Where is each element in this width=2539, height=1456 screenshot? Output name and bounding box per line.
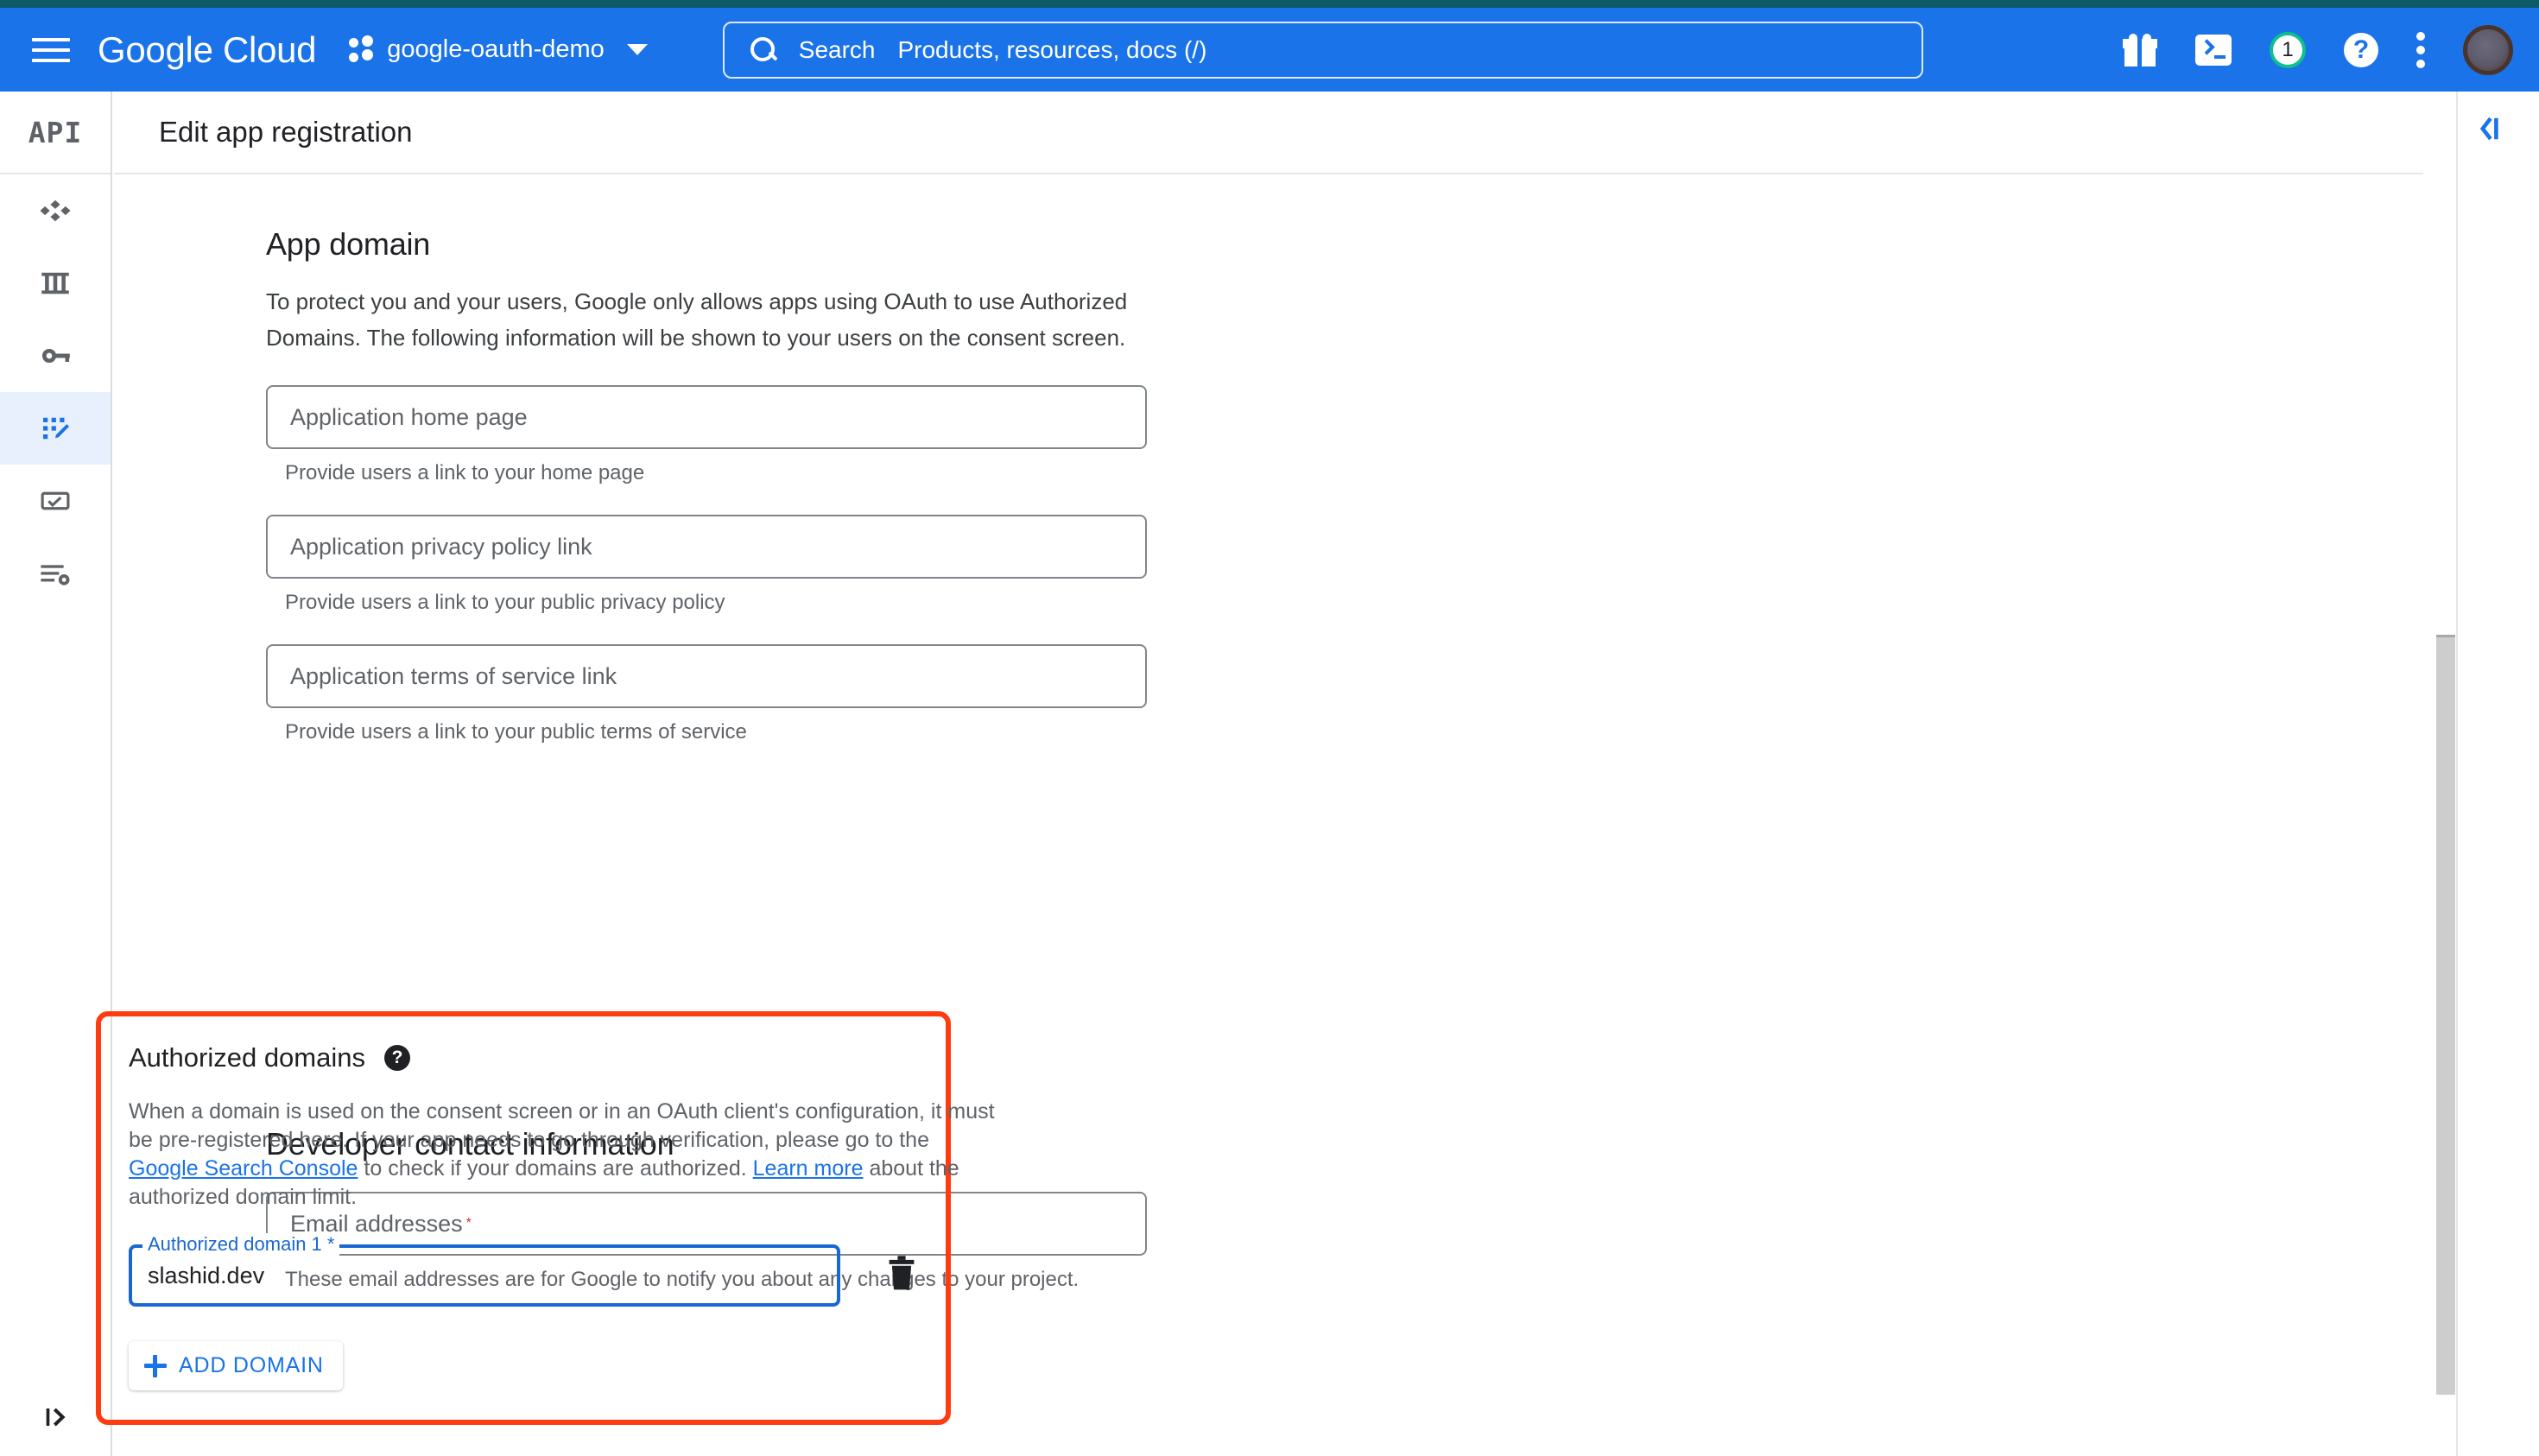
authorized-domain-row: Authorized domain 1 * slashid.dev xyxy=(129,1244,921,1307)
main-pane: Edit app registration App domain To prot… xyxy=(114,92,2423,1456)
consent-edit-icon xyxy=(37,410,73,446)
api-logo: API xyxy=(0,92,111,174)
sidebar-item-library[interactable] xyxy=(0,247,111,320)
authorized-domain-1-value: slashid.dev xyxy=(148,1263,264,1289)
sidebar-item-domain-verification[interactable] xyxy=(0,465,111,537)
application-terms-of-service-placeholder: Application terms of service link xyxy=(290,663,617,690)
browser-top-strip xyxy=(0,0,2539,8)
vertical-scrollbar-thumb[interactable] xyxy=(2436,635,2455,1395)
application-terms-of-service-hint: Provide users a link to your public term… xyxy=(285,720,2423,744)
diamonds-icon xyxy=(37,193,73,229)
authorized-domains-section: Authorized domains ? When a domain is us… xyxy=(96,1011,951,1425)
app-domain-heading: App domain xyxy=(266,226,2423,263)
application-home-page-hint: Provide users a link to your home page xyxy=(285,461,2423,485)
search-input[interactable]: Search Products, resources, docs (/) xyxy=(723,22,1923,79)
project-selector[interactable]: google-oauth-demo xyxy=(349,35,648,65)
right-side-panel xyxy=(2456,92,2539,1456)
application-home-page-placeholder: Application home page xyxy=(290,404,528,431)
help-icon[interactable]: ? xyxy=(2344,33,2378,67)
chevron-down-icon xyxy=(627,44,648,55)
search-icon xyxy=(749,35,778,65)
collapse-panel-icon[interactable] xyxy=(2468,111,2510,147)
search-label: Search xyxy=(799,36,876,64)
project-name: google-oauth-demo xyxy=(387,35,605,64)
header-actions: 1 ? xyxy=(2123,25,2513,75)
cloud-shell-icon[interactable] xyxy=(2195,35,2232,66)
authorized-domain-1-label: Authorized domain 1 * xyxy=(142,1233,339,1256)
application-privacy-policy-input[interactable]: Application privacy policy link xyxy=(266,515,1147,579)
checkbox-icon xyxy=(37,483,73,519)
authorized-domains-desc-part1: When a domain is used on the consent scr… xyxy=(129,1099,995,1152)
learn-more-link[interactable]: Learn more xyxy=(753,1156,864,1181)
more-vertical-icon[interactable] xyxy=(2416,32,2425,68)
gift-icon[interactable] xyxy=(2123,34,2157,66)
sidebar-item-oauth-consent-screen[interactable] xyxy=(0,392,111,465)
brand-logo[interactable]: Google Cloud xyxy=(98,29,316,71)
hamburger-icon[interactable] xyxy=(32,31,70,69)
authorized-domains-description: When a domain is used on the consent scr… xyxy=(129,1098,997,1212)
add-domain-button[interactable]: ADD DOMAIN xyxy=(129,1341,343,1390)
authorized-domains-title-row: Authorized domains ? xyxy=(129,1042,921,1073)
plus-icon xyxy=(144,1355,167,1377)
application-privacy-policy-hint: Provide users a link to your public priv… xyxy=(285,591,2423,615)
sidebar-item-dashboard[interactable] xyxy=(0,174,111,247)
search-placeholder: Products, resources, docs (/) xyxy=(897,36,1206,64)
application-privacy-policy-placeholder: Application privacy policy link xyxy=(290,534,592,560)
application-terms-of-service-input[interactable]: Application terms of service link xyxy=(266,644,1147,708)
app-header: Google Cloud google-oauth-demo Search Pr… xyxy=(0,8,2539,92)
key-icon xyxy=(37,338,73,374)
google-search-console-link[interactable]: Google Search Console xyxy=(129,1156,358,1181)
app-domain-description: To protect you and your users, Google on… xyxy=(266,283,1130,356)
authorized-domains-desc-part2: to check if your domains are authorized. xyxy=(358,1156,752,1181)
avatar[interactable] xyxy=(2463,25,2513,75)
sidebar-item-credentials[interactable] xyxy=(0,320,111,392)
library-columns-icon xyxy=(37,265,73,301)
page-title: Edit app registration xyxy=(159,116,413,149)
settings-list-icon xyxy=(37,555,73,592)
add-domain-label: ADD DOMAIN xyxy=(179,1353,324,1378)
trash-icon[interactable] xyxy=(882,1251,921,1296)
page-content: App domain To protect you and your users… xyxy=(114,174,2423,1292)
authorized-domain-1-input[interactable]: Authorized domain 1 * slashid.dev xyxy=(129,1244,840,1307)
application-home-page-input[interactable]: Application home page xyxy=(266,385,1147,449)
authorized-domains-heading: Authorized domains xyxy=(129,1042,365,1073)
project-icon xyxy=(349,35,375,65)
page-header: Edit app registration xyxy=(114,92,2423,174)
sidebar-item-page-usage-agreement[interactable] xyxy=(0,537,111,610)
notification-badge[interactable]: 1 xyxy=(2270,32,2306,68)
help-circle-icon[interactable]: ? xyxy=(384,1045,410,1071)
